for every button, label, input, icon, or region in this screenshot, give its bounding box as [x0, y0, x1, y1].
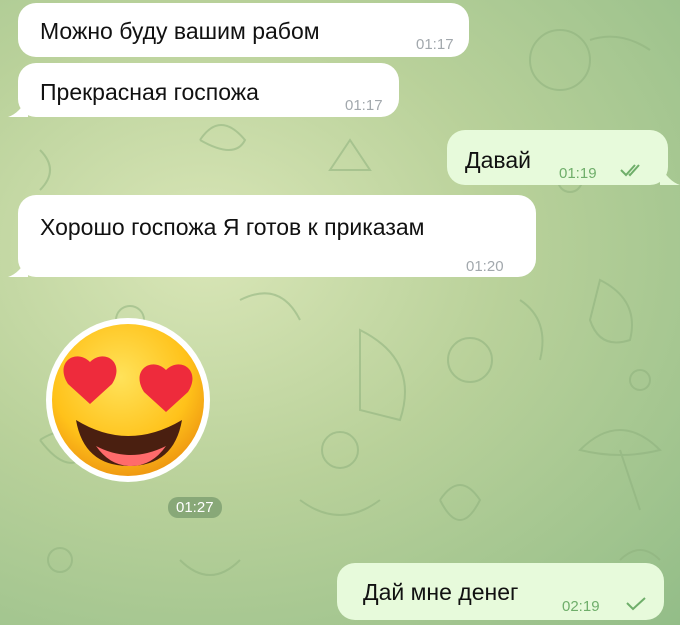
message-time: 02:19	[562, 598, 600, 615]
message-time: 01:19	[559, 165, 597, 182]
bubble-tail	[660, 165, 680, 185]
read-double-check-icon	[620, 164, 640, 177]
message-time: 01:17	[345, 97, 383, 114]
outgoing-message-bubble[interactable]: Давай 01:19	[447, 130, 668, 185]
incoming-message-bubble[interactable]: Хорошо госпожа Я готов к приказам 01:20	[18, 195, 536, 277]
sent-single-check-icon	[626, 597, 646, 611]
message-time: 01:17	[416, 36, 454, 53]
message-text: Хорошо госпожа Я готов к приказам	[40, 214, 425, 240]
message-text: Давай	[465, 147, 531, 173]
message-time: 01:20	[466, 258, 504, 275]
bubble-tail	[8, 257, 28, 277]
sticker-time: 01:27	[168, 497, 222, 518]
incoming-message-bubble[interactable]: Прекрасная госпожа 01:17	[18, 63, 399, 117]
message-text: Прекрасная госпожа	[40, 79, 259, 105]
bubble-tail	[8, 97, 28, 117]
message-text: Дай мне денег	[363, 579, 519, 605]
outgoing-message-bubble[interactable]: Дай мне денег 02:19	[337, 563, 664, 620]
heart-eyes-emoji-icon[interactable]	[38, 310, 218, 490]
incoming-message-bubble[interactable]: Можно буду вашим рабом 01:17	[18, 3, 469, 57]
message-text: Можно буду вашим рабом	[40, 18, 320, 44]
